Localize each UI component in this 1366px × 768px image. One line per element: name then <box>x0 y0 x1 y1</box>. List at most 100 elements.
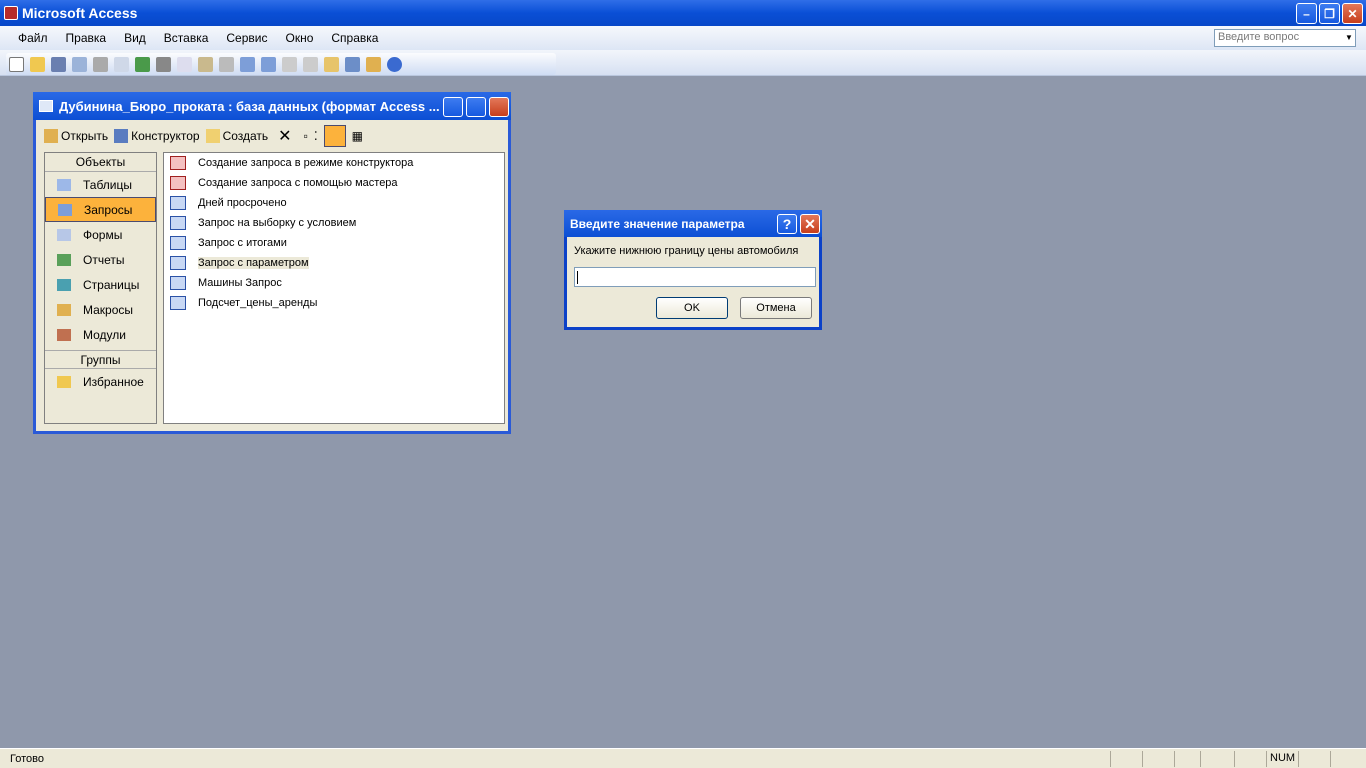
group-favorites[interactable]: Избранное <box>45 369 156 394</box>
ok-button[interactable]: OK <box>656 297 728 319</box>
restore-button[interactable]: ❐ <box>1319 3 1340 24</box>
db-close-button[interactable] <box>489 97 509 117</box>
open-button[interactable]: Открыть <box>44 129 108 143</box>
object-queries[interactable]: Запросы <box>45 197 156 222</box>
query-icon <box>170 196 186 210</box>
open-label: Открыть <box>61 129 109 143</box>
toolbar-icons <box>6 53 556 75</box>
list-item-label: Дней просрочено <box>198 197 287 209</box>
app-title: Microsoft Access <box>22 5 138 21</box>
status-segment <box>1200 751 1232 767</box>
object-label: Макросы <box>83 302 134 317</box>
menu-view[interactable]: Вид <box>124 31 146 45</box>
close-button[interactable]: ✕ <box>1342 3 1363 24</box>
object-forms[interactable]: Формы <box>45 222 156 247</box>
design-icon <box>114 129 129 143</box>
db-maximize-button[interactable] <box>466 97 486 117</box>
help-icon[interactable]: ? <box>777 214 797 234</box>
help-search-input[interactable]: Введите вопрос ▼ <box>1214 29 1356 47</box>
list-item[interactable]: Подсчет_цены_аренды <box>164 293 504 313</box>
module-icon <box>57 328 71 341</box>
menu-window[interactable]: Окно <box>285 31 313 45</box>
new-icon[interactable] <box>9 56 24 72</box>
query-icon <box>170 276 186 290</box>
groups-header[interactable]: Группы <box>45 350 156 369</box>
database-window-title-bar: Дубинина_Бюро_проката : база данных (фор… <box>33 92 511 120</box>
relationships-icon[interactable] <box>345 56 360 72</box>
chevron-down-icon[interactable]: ▼ <box>1343 30 1355 46</box>
paste-icon[interactable] <box>198 56 213 72</box>
create-icon <box>205 129 220 143</box>
undo-icon[interactable] <box>219 56 234 72</box>
list-item-label: Запрос на выборку с условием <box>198 217 357 229</box>
delete-icon[interactable]: ✕ <box>278 126 291 146</box>
small-icons-icon[interactable]: ⁚ <box>314 129 318 143</box>
object-pages[interactable]: Страницы <box>45 272 156 297</box>
menu-help[interactable]: Справка <box>331 31 378 45</box>
open-icon[interactable] <box>30 56 45 72</box>
list-item[interactable]: Запрос с итогами <box>164 233 504 253</box>
list-item-label: Создание запроса в режиме конструктора <box>198 157 414 169</box>
list-item[interactable]: Машины Запрос <box>164 273 504 293</box>
properties-icon[interactable] <box>324 56 339 72</box>
table-icon <box>57 178 71 191</box>
status-segment <box>1330 751 1362 767</box>
object-reports[interactable]: Отчеты <box>45 247 156 272</box>
analyze-icon[interactable] <box>261 56 276 72</box>
list-item[interactable]: Создание запроса в режиме конструктора <box>164 153 504 173</box>
create-label: Создать <box>222 129 269 143</box>
script-icon[interactable] <box>303 56 318 72</box>
minimize-button[interactable]: – <box>1296 3 1317 24</box>
database-icon <box>39 100 53 112</box>
menu-insert[interactable]: Вставка <box>164 31 209 45</box>
spelling-icon[interactable] <box>135 56 150 72</box>
wizard-icon <box>170 176 186 190</box>
create-button[interactable]: Создать <box>205 129 269 143</box>
office-links-icon[interactable] <box>240 56 255 72</box>
list-view-icon[interactable] <box>323 125 346 147</box>
menu-file[interactable]: Файл <box>18 31 48 45</box>
cancel-button[interactable]: Отмена <box>740 297 812 319</box>
database-toolbar: Открыть Конструктор Создать ✕ ▫ ⁚ ▦ <box>36 122 508 150</box>
search-icon[interactable] <box>72 56 87 72</box>
status-text: Готово <box>10 752 44 765</box>
code-icon[interactable] <box>282 56 297 72</box>
objects-header[interactable]: Объекты <box>45 153 156 172</box>
print-preview-icon[interactable] <box>114 56 129 72</box>
help-icon[interactable] <box>387 56 402 72</box>
status-segment <box>1142 751 1174 767</box>
object-label: Модули <box>83 327 126 342</box>
list-item[interactable]: Создание запроса с помощью мастера <box>164 173 504 193</box>
object-modules[interactable]: Модули <box>45 322 156 347</box>
query-icon <box>170 236 186 250</box>
large-icons-icon[interactable]: ▫ <box>304 129 308 143</box>
page-icon <box>57 278 71 291</box>
menu-edit[interactable]: Правка <box>66 31 107 45</box>
design-button[interactable]: Конструктор <box>114 129 200 143</box>
cut-icon[interactable] <box>156 56 171 72</box>
database-window: Дубинина_Бюро_проката : база данных (фор… <box>33 92 511 434</box>
db-minimize-button[interactable] <box>443 97 463 117</box>
details-view-icon[interactable]: ▦ <box>352 129 363 143</box>
dialog-close-button[interactable]: ✕ <box>800 214 820 234</box>
object-label: Таблицы <box>83 177 133 192</box>
object-tables[interactable]: Таблицы <box>45 172 156 197</box>
database-window-title: Дубинина_Бюро_проката : база данных (фор… <box>59 98 440 114</box>
status-bar: Готово NUM <box>0 748 1366 768</box>
list-item[interactable]: Запрос на выборку с условием <box>164 213 504 233</box>
save-icon[interactable] <box>51 56 66 72</box>
list-item-label: Машины Запрос <box>198 277 282 289</box>
object-label: Формы <box>83 227 123 242</box>
list-item[interactable]: Дней просрочено <box>164 193 504 213</box>
parameter-input[interactable] <box>574 267 816 287</box>
menu-tools[interactable]: Сервис <box>226 31 267 45</box>
access-icon <box>4 6 18 20</box>
status-segment <box>1110 751 1142 767</box>
object-label: Отчеты <box>83 252 125 267</box>
list-item[interactable]: Запрос с параметром <box>164 253 504 273</box>
copy-icon[interactable] <box>177 56 192 72</box>
object-macros[interactable]: Макросы <box>45 297 156 322</box>
new-object-icon[interactable] <box>366 56 381 72</box>
query-icon <box>170 216 186 230</box>
print-icon[interactable] <box>93 56 108 72</box>
